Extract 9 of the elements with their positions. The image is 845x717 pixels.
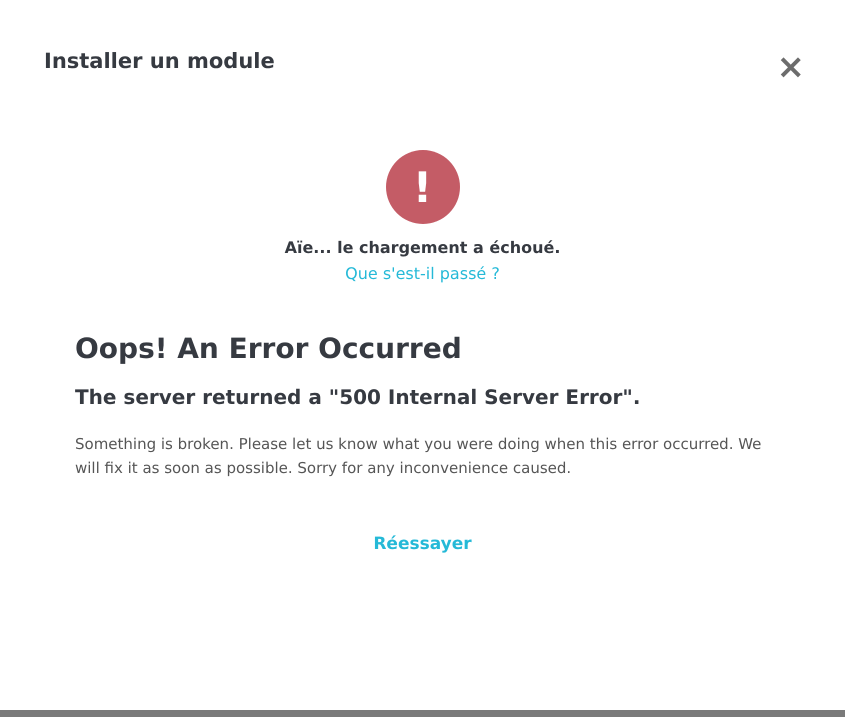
close-button[interactable]: ×	[776, 50, 805, 84]
error-subheading: The server returned a "500 Internal Server Error".	[75, 384, 642, 411]
error-icon: !	[386, 150, 460, 224]
retry-button[interactable]: Réessayer	[373, 532, 472, 558]
error-heading: Oops! An Error Occurred	[75, 331, 463, 367]
error-message: Aïe... le chargement a échoué.	[284, 237, 560, 259]
help-link[interactable]: Que s'est-il passé ?	[345, 262, 500, 286]
error-description: Something is broken. Please let us know what you were doing when this error occurred. We will fix it as soon as possible. Sorry for any inconvenience caused.	[75, 434, 762, 479]
modal-title: Installer un module	[44, 48, 275, 75]
